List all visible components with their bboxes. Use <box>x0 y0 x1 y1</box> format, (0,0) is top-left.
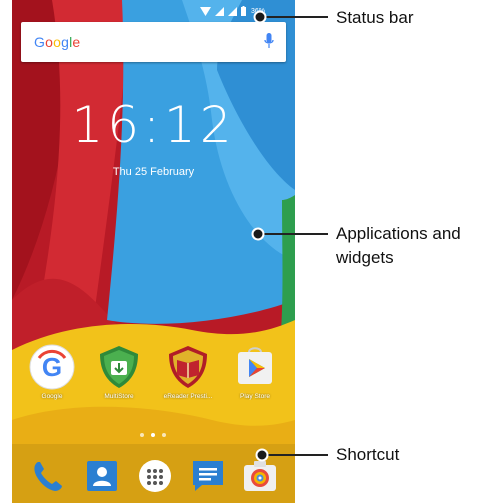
page-dot <box>140 433 144 437</box>
google-logo-letter: o <box>45 34 54 50</box>
google-app-icon: G <box>29 344 75 390</box>
battery-icon <box>240 6 246 16</box>
google-logo-letter: g <box>61 34 70 50</box>
app-label: Play Store <box>240 393 270 400</box>
applications-label-line2: widgets <box>336 248 394 267</box>
play-store-icon <box>232 344 278 390</box>
app-label: MultiStore <box>104 393 134 400</box>
google-search-bar[interactable]: Google <box>21 22 286 62</box>
app-play-store[interactable]: Play Store <box>223 344 287 400</box>
phone-icon[interactable] <box>28 456 68 496</box>
app-label: Google <box>41 393 63 400</box>
status-bar: 36% <box>12 0 295 20</box>
messages-icon[interactable] <box>188 456 228 496</box>
dock <box>12 444 295 503</box>
contacts-icon[interactable] <box>82 456 122 496</box>
microphone-icon[interactable] <box>264 33 274 49</box>
status-bar-label: Status bar <box>336 8 414 27</box>
applications-label-line1: Applications and <box>336 224 461 243</box>
phone-screen: 36% Google 16:12 Thu 25 February G Googl… <box>12 0 295 503</box>
shortcut-label: Shortcut <box>336 445 400 464</box>
page-indicator <box>140 433 166 437</box>
google-logo-letter: o <box>53 34 62 50</box>
clock-time[interactable]: 16:12 <box>12 95 295 155</box>
clock-date: Thu 25 February <box>112 166 195 178</box>
app-label: eReader Presti... <box>163 393 213 400</box>
google-logo-letter: G <box>34 34 46 50</box>
battery-percentage: 36% <box>250 7 265 15</box>
app-multistore[interactable]: MultiStore <box>87 344 151 400</box>
google-logo-letter: e <box>72 34 81 50</box>
signal-icon <box>227 6 237 16</box>
app-google[interactable]: G Google <box>20 344 84 400</box>
ereader-icon <box>165 344 211 390</box>
signal-icon <box>214 6 224 16</box>
multistore-icon <box>96 344 142 390</box>
wifi-icon <box>199 6 211 16</box>
app-ereader[interactable]: eReader Presti... <box>156 344 220 400</box>
app-drawer-icon[interactable] <box>135 456 175 496</box>
camera-icon[interactable] <box>240 456 280 496</box>
wallpaper <box>12 0 295 503</box>
page-dot <box>162 433 166 437</box>
svg-text:G: G <box>42 352 62 382</box>
google-logo: Google <box>34 34 80 50</box>
page-dot <box>151 433 155 437</box>
